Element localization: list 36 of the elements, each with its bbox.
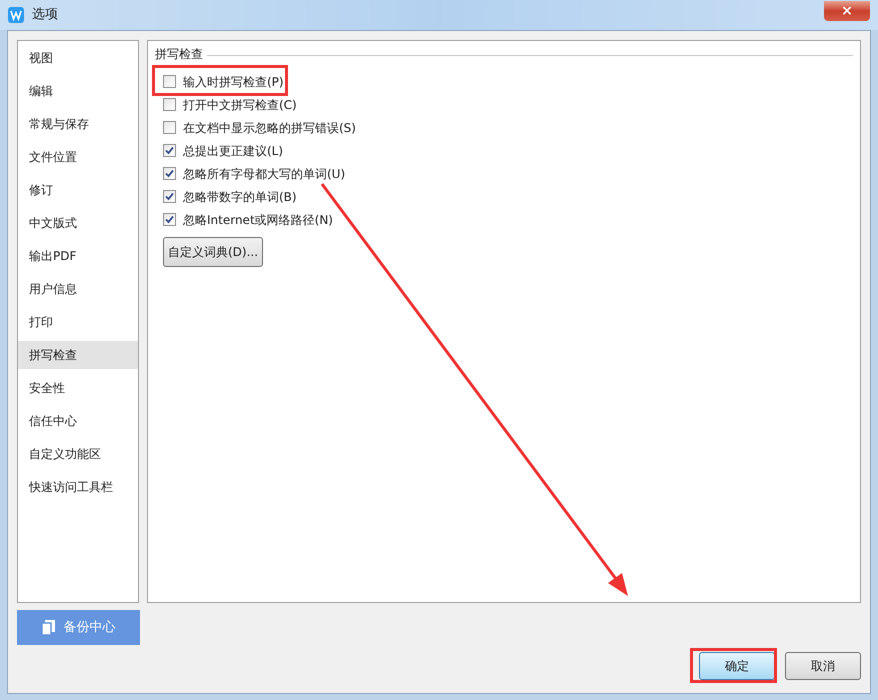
document-icon xyxy=(42,620,56,635)
checkbox[interactable] xyxy=(163,75,176,88)
sidebar-item[interactable]: 打印 xyxy=(18,308,138,336)
close-button[interactable]: × xyxy=(824,1,870,21)
checkbox-label: 忽略Internet或网络路径(N) xyxy=(183,212,333,228)
sidebar-item[interactable]: 修订 xyxy=(18,176,138,204)
sidebar-item[interactable]: 用户信息 xyxy=(18,275,138,303)
sidebar-item[interactable]: 中文版式 xyxy=(18,209,138,237)
sidebar-item[interactable]: 信任中心 xyxy=(18,407,138,435)
checkbox[interactable] xyxy=(163,121,176,134)
checkbox-label: 输入时拼写检查(P) xyxy=(183,74,284,90)
sidebar-item[interactable]: 文件位置 xyxy=(18,143,138,171)
checkbox[interactable] xyxy=(163,98,176,111)
custom-dictionary-button[interactable]: 自定义词典(D)... xyxy=(163,237,264,267)
sidebar-item[interactable]: 视图 xyxy=(18,44,138,72)
sidebar-item[interactable]: 快速访问工具栏 xyxy=(18,473,138,501)
window-title: 选项 xyxy=(32,6,58,24)
sidebar-item[interactable]: 拼写检查 xyxy=(18,341,138,369)
sidebar-item[interactable]: 常规与保存 xyxy=(18,110,138,138)
checkbox[interactable] xyxy=(163,213,176,226)
checkbox[interactable] xyxy=(163,190,176,203)
checkbox-label: 忽略带数字的单词(B) xyxy=(183,188,297,206)
checkbox-label: 在文档中显示忽略的拼写错误(S) xyxy=(183,120,356,136)
checkbox-label: 忽略所有字母都大写的单词(U) xyxy=(183,166,346,182)
group-title: 拼写检查 xyxy=(155,46,203,63)
sidebar-item[interactable]: 自定义功能区 xyxy=(18,440,138,468)
dialog-button[interactable]: 确定 xyxy=(699,652,775,680)
dialog-button[interactable]: 取消 xyxy=(785,652,861,680)
checkbox-label: 打开中文拼写检查(C) xyxy=(183,96,297,114)
checkbox[interactable] xyxy=(163,144,176,157)
checkbox[interactable] xyxy=(163,167,176,180)
app-logo-icon xyxy=(8,7,24,23)
sidebar-item[interactable]: 输出PDF xyxy=(18,242,138,270)
sidebar-item[interactable]: 编辑 xyxy=(18,77,138,105)
sidebar-item[interactable]: 安全性 xyxy=(18,374,138,402)
checkbox-label: 总提出更正建议(L) xyxy=(183,142,284,160)
